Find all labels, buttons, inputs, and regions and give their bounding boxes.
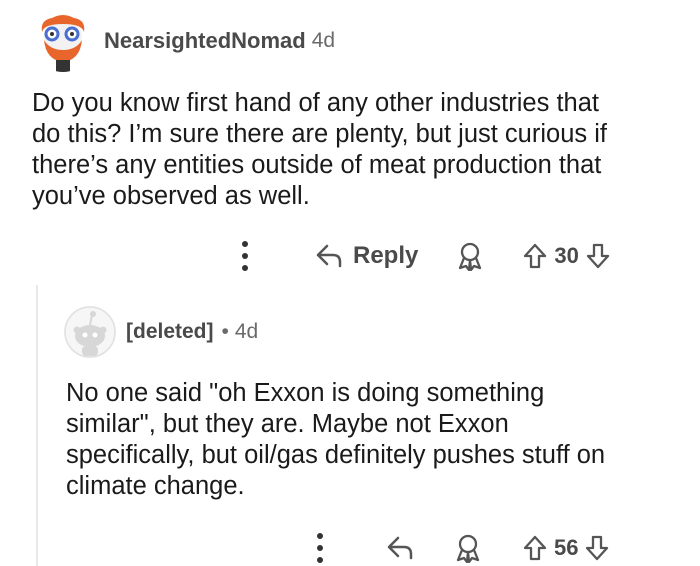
reply-downvote-button[interactable] <box>584 534 610 562</box>
more-options-button[interactable] <box>235 238 255 274</box>
reply-timestamp: 4d <box>234 320 259 343</box>
username[interactable]: NearsightedNomad <box>104 28 306 54</box>
award-button[interactable] <box>456 241 484 271</box>
reply-vote-score: 56 <box>554 535 579 560</box>
award-icon <box>456 534 480 563</box>
timestamp: 4d <box>311 29 336 52</box>
upvote-icon <box>524 243 547 269</box>
downvote-button[interactable] <box>585 242 611 270</box>
reply-upvote-button[interactable] <box>522 534 548 562</box>
user-avatar-icon[interactable] <box>32 10 94 72</box>
reply-arrow-icon <box>387 536 413 560</box>
reply-label: Reply <box>353 242 419 269</box>
comment-actions: Reply 30 <box>235 238 611 274</box>
more-vertical-icon <box>242 241 248 271</box>
reply-more-options-button[interactable] <box>310 530 330 566</box>
reply-reply-button[interactable] <box>386 535 414 561</box>
downvote-icon <box>586 243 609 269</box>
comment-body: Do you know first hand of any other indu… <box>32 89 607 210</box>
reply-award-button[interactable] <box>454 533 482 563</box>
reply-arrow-icon <box>316 244 342 268</box>
reply-username[interactable]: [deleted] <box>126 320 214 344</box>
reply-actions: 56 <box>310 530 610 566</box>
vote-score: 30 <box>554 243 579 268</box>
reply-header: [deleted] • 4d <box>64 306 258 358</box>
upvote-button[interactable] <box>522 242 548 270</box>
separator: • <box>221 320 229 343</box>
upvote-icon <box>523 535 547 561</box>
thread-line[interactable] <box>36 285 38 566</box>
more-vertical-icon <box>317 533 323 563</box>
comment-header: NearsightedNomad 4d <box>32 10 335 72</box>
award-icon <box>459 242 482 271</box>
default-avatar-icon <box>64 306 116 358</box>
reply-button[interactable]: Reply <box>315 242 418 270</box>
downvote-icon <box>586 535 609 561</box>
reply-body: No one said "oh Exxon is doing something… <box>66 379 606 500</box>
